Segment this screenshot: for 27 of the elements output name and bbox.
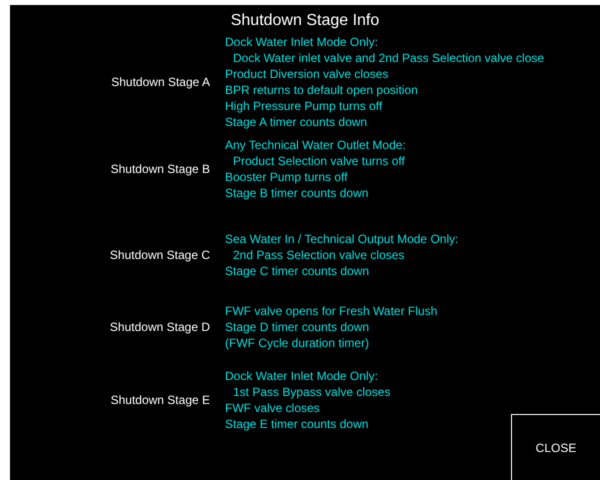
stage-description-line: Stage A timer counts down [225,114,368,130]
stage-description-line: FWF valve opens for Fresh Water Flush [225,303,438,319]
stage-description-line: 1st Pass Bypass valve closes [232,384,390,400]
stage-description-line: FWF valve closes [225,400,321,416]
stage-description-line: Stage D timer counts down [225,319,370,335]
stage-description-line: Dock Water Inlet Mode Only: [225,368,379,384]
stage-description-line: Dock Water Inlet Mode Only: [225,34,379,50]
stage-description-line: Sea Water In / Technical Output Mode Only: [225,231,458,247]
stage-description-line: Booster Pump turns off [225,169,349,185]
stage-description-line: Stage C timer counts down [225,263,370,279]
stage-description-line: Product Diversion valve closes [225,66,390,82]
dialog-title: Shutdown Stage Info [230,12,380,30]
stage-label: Shutdown Stage D [110,320,210,334]
stage-label: Shutdown Stage A [111,75,210,89]
stage-label: Shutdown Stage C [110,248,210,262]
stage-description-line: High Pressure Pump turns off [225,98,384,114]
stage-description-line: (FWF Cycle duration timer) [225,335,370,351]
stage-description-line: Any Technical Water Outlet Mode: [225,137,406,153]
stage-description-line: BPR returns to default open position [225,82,419,98]
stage-description-line: Product Selection valve turns off [232,153,406,169]
stage-label: Shutdown Stage B [110,162,210,176]
stage-description-line: Dock Water inlet valve and 2nd Pass Selection valve close [232,50,544,66]
stage-description-line: Stage E timer counts down [225,416,370,432]
stage-description-line: Stage B timer counts down [225,185,370,201]
stage-label: Shutdown Stage E [110,393,210,407]
stage-description-line: 2nd Pass Selection valve closes [232,247,406,263]
close-button[interactable]: CLOSE [511,414,600,480]
